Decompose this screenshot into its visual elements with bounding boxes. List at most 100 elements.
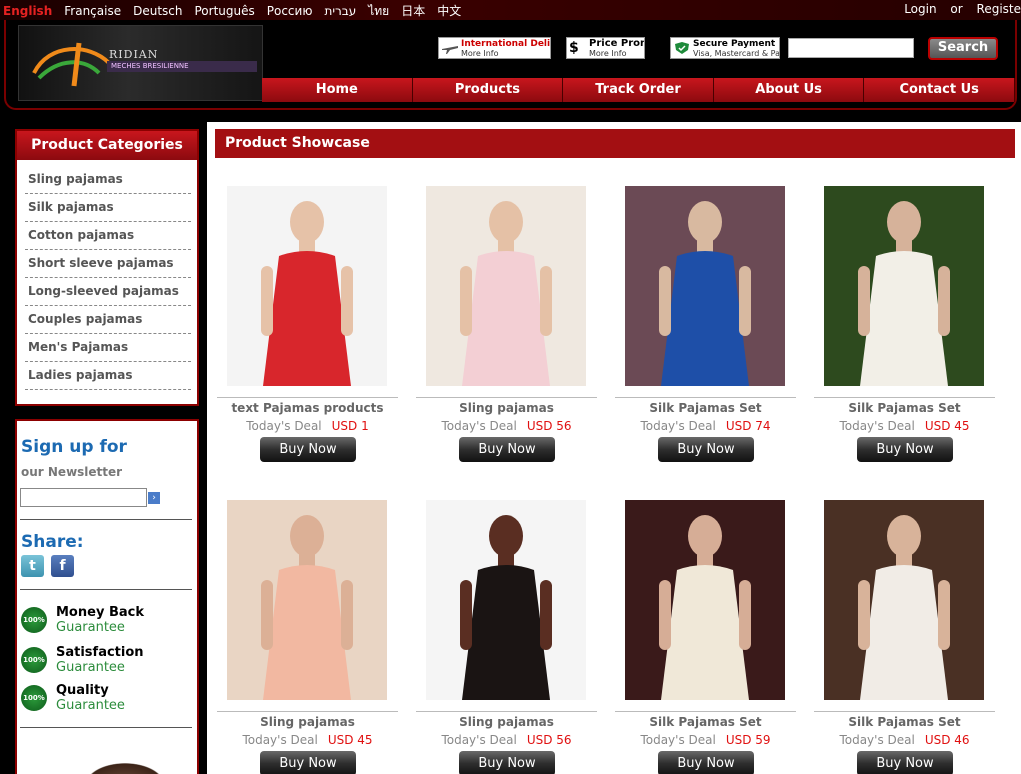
product-deal: Today's Deal USD 46 bbox=[814, 733, 995, 747]
product-name[interactable]: Silk Pajamas Set bbox=[814, 715, 995, 729]
search-input[interactable] bbox=[788, 38, 914, 58]
deal-label: Today's Deal bbox=[839, 733, 915, 747]
buy-now-button[interactable]: Buy Now bbox=[658, 437, 754, 462]
language-link[interactable]: Россию bbox=[267, 4, 313, 18]
buy-now-button[interactable]: Buy Now bbox=[260, 751, 356, 774]
newsletter-subtitle: our Newsletter bbox=[21, 465, 123, 479]
product-image[interactable] bbox=[625, 186, 785, 386]
product-photo bbox=[460, 515, 552, 700]
category-item[interactable]: Short sleeve pajamas bbox=[25, 250, 191, 278]
language-link[interactable]: Deutsch bbox=[133, 4, 182, 18]
promo-title: International Delivery bbox=[461, 39, 551, 49]
site-logo[interactable]: RIDIAN MECHES BRESILIENNE bbox=[18, 25, 263, 101]
language-link[interactable]: Française bbox=[64, 4, 121, 18]
airplane-icon bbox=[442, 46, 458, 54]
deal-label: Today's Deal bbox=[640, 419, 716, 433]
category-item[interactable]: Men's Pajamas bbox=[25, 334, 191, 362]
nav-about-us[interactable]: About Us bbox=[713, 78, 865, 102]
product-image[interactable] bbox=[227, 500, 387, 700]
product-name[interactable]: Silk Pajamas Set bbox=[615, 715, 796, 729]
product-price: USD 1 bbox=[331, 419, 369, 433]
product-card: Silk Pajamas Set Today's Deal USD 46 Buy No… bbox=[814, 500, 995, 774]
product-image[interactable] bbox=[625, 500, 785, 700]
buy-now-button[interactable]: Buy Now bbox=[459, 751, 555, 774]
newsletter-email-field[interactable] bbox=[20, 488, 147, 507]
dollar-icon: $ bbox=[569, 40, 579, 56]
buy-now-button[interactable]: Buy Now bbox=[260, 437, 356, 462]
category-item[interactable]: Sling pajamas bbox=[25, 166, 191, 194]
language-link[interactable]: ไทย bbox=[368, 2, 389, 21]
guarantee-badge-icon: 100% bbox=[21, 607, 47, 633]
product-name[interactable]: Sling pajamas bbox=[416, 401, 597, 415]
product-deal: Today's Deal USD 59 bbox=[615, 733, 796, 747]
sidebar-promo-image[interactable] bbox=[89, 755, 179, 774]
category-list: Sling pajamas Silk pajamas Cotton pajamas S… bbox=[17, 160, 197, 390]
language-link[interactable]: English bbox=[3, 4, 52, 18]
product-deal: Today's Deal USD 56 bbox=[416, 419, 597, 433]
product-photo bbox=[659, 201, 751, 386]
product-name[interactable]: Silk Pajamas Set bbox=[814, 401, 995, 415]
newsletter-title: Sign up for bbox=[21, 437, 127, 457]
category-item[interactable]: Ladies pajamas bbox=[25, 362, 191, 390]
product-deal: Today's Deal USD 1 bbox=[217, 419, 398, 433]
divider bbox=[20, 519, 192, 520]
product-name[interactable]: Silk Pajamas Set bbox=[615, 401, 796, 415]
nav-track-order[interactable]: Track Order bbox=[563, 78, 714, 102]
product-deal: Today's Deal USD 74 bbox=[615, 419, 796, 433]
logo-swirl-icon bbox=[32, 42, 111, 87]
deal-label: Today's Deal bbox=[242, 733, 318, 747]
product-price: USD 59 bbox=[725, 733, 771, 747]
search-button[interactable]: Search bbox=[928, 37, 998, 60]
product-price: USD 45 bbox=[327, 733, 373, 747]
category-item[interactable]: Long-sleeved pajamas bbox=[25, 278, 191, 306]
language-bar: English Française Deutsch Português Россию עב… bbox=[0, 0, 1021, 20]
twitter-icon[interactable]: t bbox=[21, 555, 44, 577]
product-divider bbox=[814, 711, 995, 712]
product-card: text Pajamas products Today's Deal USD 1 Bu… bbox=[217, 186, 398, 486]
product-deal: Today's Deal USD 45 bbox=[217, 733, 398, 747]
buy-now-button[interactable]: Buy Now bbox=[658, 751, 754, 774]
language-link[interactable]: 中文 bbox=[437, 2, 461, 19]
product-image[interactable] bbox=[426, 186, 586, 386]
category-item[interactable]: Cotton pajamas bbox=[25, 222, 191, 250]
newsletter-submit-button[interactable]: › bbox=[148, 492, 160, 504]
product-card: Silk Pajamas Set Today's Deal USD 45 Buy No… bbox=[814, 186, 995, 486]
product-name[interactable]: Sling pajamas bbox=[416, 715, 597, 729]
buy-now-button[interactable]: Buy Now bbox=[459, 437, 555, 462]
facebook-icon[interactable]: f bbox=[51, 555, 74, 577]
product-deal: Today's Deal USD 56 bbox=[416, 733, 597, 747]
product-name[interactable]: Sling pajamas bbox=[217, 715, 398, 729]
language-link[interactable]: 日本 bbox=[401, 2, 425, 19]
language-link[interactable]: Português bbox=[194, 4, 254, 18]
logo-subtitle: MECHES BRESILIENNE bbox=[107, 61, 257, 72]
main-content: Product Showcase text Pajamas products To… bbox=[207, 122, 1021, 774]
guarantee-subtitle: Guarantee bbox=[56, 620, 125, 635]
promo-international-delivery[interactable]: International Delivery More Info bbox=[438, 37, 551, 59]
language-link[interactable]: עברית bbox=[324, 4, 356, 18]
nav-home[interactable]: Home bbox=[262, 78, 413, 102]
product-image[interactable] bbox=[426, 500, 586, 700]
promo-secure-payment[interactable]: Secure Payment Visa, Mastercard & Pa bbox=[670, 37, 780, 59]
product-divider bbox=[416, 711, 597, 712]
category-item[interactable]: Silk pajamas bbox=[25, 194, 191, 222]
or-text: or bbox=[950, 2, 963, 16]
category-item[interactable]: Couples pajamas bbox=[25, 306, 191, 334]
nav-contact-us[interactable]: Contact Us bbox=[864, 78, 1015, 102]
buy-now-button[interactable]: Buy Now bbox=[857, 751, 953, 774]
product-card: Sling pajamas Today's Deal USD 56 Buy Now bbox=[416, 500, 597, 774]
product-card: Sling pajamas Today's Deal USD 45 Buy Now bbox=[217, 500, 398, 774]
product-photo bbox=[261, 515, 353, 700]
promo-price[interactable]: $ Price Promi More Info bbox=[566, 37, 645, 59]
login-link[interactable]: Login bbox=[904, 2, 936, 16]
product-image[interactable] bbox=[227, 186, 387, 386]
product-name[interactable]: text Pajamas products bbox=[217, 401, 398, 415]
account-links: Login or Registe bbox=[894, 2, 1021, 16]
product-image[interactable] bbox=[824, 186, 984, 386]
product-price: USD 56 bbox=[526, 419, 572, 433]
divider bbox=[20, 589, 192, 590]
register-link[interactable]: Registe bbox=[977, 2, 1021, 16]
product-image[interactable] bbox=[824, 500, 984, 700]
product-divider bbox=[615, 711, 796, 712]
buy-now-button[interactable]: Buy Now bbox=[857, 437, 953, 462]
nav-products[interactable]: Products bbox=[412, 78, 564, 102]
